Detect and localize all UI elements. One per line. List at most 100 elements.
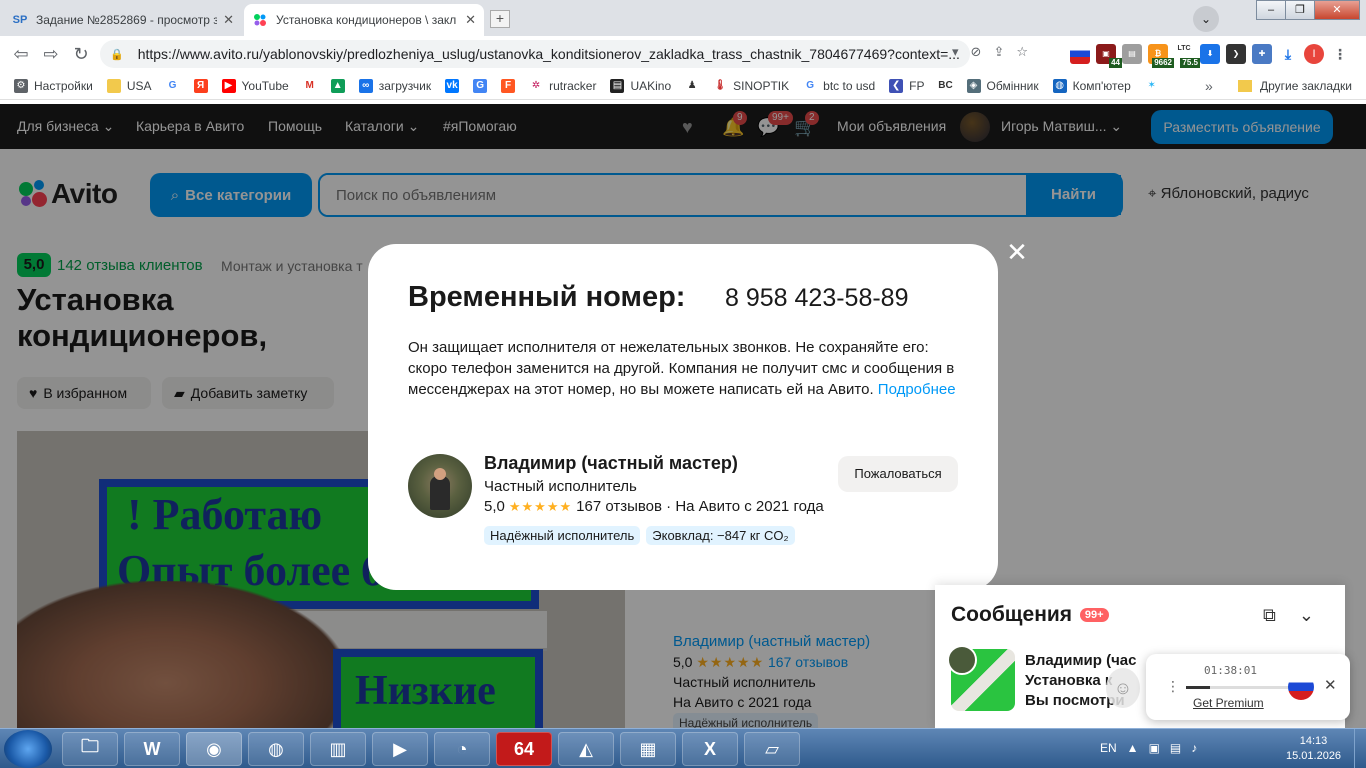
- dropdown-icon[interactable]: ▾: [952, 44, 959, 60]
- terminal-icon[interactable]: ❯: [1226, 44, 1246, 64]
- translate-icon: G: [473, 78, 488, 93]
- tray-network-icon[interactable]: ▤: [1170, 741, 1181, 755]
- tab-search-chevron-icon[interactable]: ⌄: [1193, 6, 1219, 32]
- media-player-icon[interactable]: ▶: [372, 732, 428, 766]
- app-64-icon[interactable]: 64: [496, 732, 552, 766]
- bookmarks-more-button[interactable]: »: [1205, 78, 1213, 94]
- bookmark-label: YouTube: [241, 78, 289, 93]
- cat-extension-icon[interactable]: ☺: [1106, 668, 1140, 708]
- chevron-down-icon[interactable]: ⌄: [1299, 605, 1314, 625]
- recorder-menu-icon[interactable]: ⋮: [1166, 678, 1180, 695]
- bookmark-item[interactable]: ▲: [330, 78, 351, 93]
- chrome-icon[interactable]: ◉: [186, 732, 242, 766]
- bookmarks-bar: ⚙ Настройки USA G Я ▶ YouTube M ▲ ∞ загрузчик vk G F ✲…: [0, 72, 1366, 100]
- bookmark-item[interactable]: ♟: [685, 78, 705, 93]
- download-extension-icon[interactable]: ⬇: [1200, 44, 1220, 64]
- bookmark-item[interactable]: F: [501, 78, 521, 93]
- modal-seller-type: Частный исполнитель: [484, 478, 637, 495]
- bookmark-item[interactable]: BC: [938, 78, 959, 93]
- notes-app-icon[interactable]: ▱: [744, 732, 800, 766]
- briefcase-icon[interactable]: ▤: [1122, 44, 1142, 64]
- bookmark-item[interactable]: Gbtc to usd: [803, 78, 875, 93]
- globe-app-icon[interactable]: ◍: [248, 732, 304, 766]
- russia-flag-icon[interactable]: [1288, 674, 1314, 700]
- system-clock[interactable]: 14:13 15.01.2026: [1286, 734, 1341, 764]
- google-icon: G: [165, 78, 180, 93]
- bookmark-item[interactable]: 🌡 SINOPTIK: [713, 78, 789, 93]
- explorer-icon[interactable]: 🗀: [62, 732, 118, 766]
- close-tab-icon[interactable]: ✕: [465, 12, 476, 28]
- bookmark-item[interactable]: G: [165, 78, 186, 93]
- omnibox[interactable]: 🔒 https://www.avito.ru/yablonovskiy/pred…: [100, 40, 970, 68]
- downloads-icon[interactable]: ⤓: [1278, 44, 1298, 64]
- bookmark-item[interactable]: ❮ FP: [889, 78, 925, 93]
- puzzle-icon[interactable]: ✚: [1252, 44, 1272, 64]
- modal-close-icon[interactable]: ✕: [1005, 239, 1029, 265]
- shield-extension-icon[interactable]: ▣ 44: [1096, 44, 1122, 68]
- bookmark-item[interactable]: vk: [445, 78, 465, 93]
- temporary-phone[interactable]: 8 958 423-58-89: [725, 284, 908, 313]
- rutracker-icon: ✲: [529, 78, 544, 93]
- tab-title: Установка кондиционеров \ закл: [276, 13, 457, 27]
- url-text: https://www.avito.ru/yablonovskiy/predlo…: [137, 46, 960, 62]
- show-desktop-button[interactable]: [1354, 729, 1366, 768]
- globe-icon: ◍: [1052, 78, 1067, 93]
- modal-seller-name[interactable]: Владимир (частный мастер): [484, 453, 738, 474]
- open-external-icon[interactable]: ⧉: [1263, 605, 1276, 625]
- bookmark-item[interactable]: ◈ Обмінник: [966, 78, 1039, 93]
- start-button[interactable]: [4, 730, 52, 768]
- star-bookmark-icon[interactable]: ☆: [1016, 44, 1028, 60]
- bookmark-item[interactable]: ▶ YouTube: [221, 78, 289, 93]
- seller-avatar[interactable]: [408, 454, 472, 518]
- bookmark-item[interactable]: Я: [193, 78, 214, 93]
- bookmark-item[interactable]: ✶: [1144, 78, 1165, 93]
- new-tab-button[interactable]: +: [490, 10, 510, 28]
- minimize-button[interactable]: –: [1256, 0, 1286, 20]
- block-icon[interactable]: ⊘: [971, 44, 982, 60]
- bookmark-item[interactable]: USA: [106, 78, 152, 93]
- language-indicator[interactable]: EN: [1100, 741, 1117, 755]
- close-window-button[interactable]: ✕: [1314, 0, 1360, 20]
- terminal-app-icon[interactable]: ▦: [620, 732, 676, 766]
- russia-flag-icon[interactable]: [1070, 44, 1090, 64]
- maximize-button[interactable]: ❐: [1285, 0, 1315, 20]
- bitcoin-icon[interactable]: ₿ 9662: [1148, 44, 1174, 68]
- bookmark-item[interactable]: ✲ rutracker: [529, 78, 596, 93]
- bookmark-item[interactable]: ∞ загрузчик: [358, 78, 431, 93]
- profile-avatar[interactable]: I: [1304, 44, 1324, 64]
- exchange-icon: ◈: [966, 78, 981, 93]
- clock-app-icon[interactable]: ◔: [434, 732, 490, 766]
- get-premium-link[interactable]: Get Premium: [1193, 696, 1264, 710]
- share-icon[interactable]: ⇪: [993, 44, 1004, 60]
- litecoin-icon[interactable]: LTC 75.5: [1174, 44, 1200, 68]
- more-info-link[interactable]: Подробнее: [878, 381, 956, 398]
- tray-expand-icon[interactable]: ▲: [1127, 741, 1139, 755]
- reload-icon[interactable]: ↻: [66, 44, 96, 65]
- gmail-icon: M: [302, 78, 317, 93]
- modal-description: Он защищает исполнителя от нежелательных…: [408, 339, 956, 398]
- eco-badge: Эковклад: −847 кг CO₂: [646, 526, 795, 545]
- back-icon[interactable]: ⇦: [6, 44, 36, 65]
- tray-volume-icon[interactable]: ♪: [1191, 741, 1197, 755]
- modal-reviews-link[interactable]: 167 отзывов: [576, 498, 662, 515]
- menu-kebab-icon[interactable]: ⋮: [1330, 44, 1350, 64]
- bookmark-item[interactable]: M: [302, 78, 323, 93]
- bookmark-item[interactable]: ⚙ Настройки: [14, 78, 93, 93]
- complain-button[interactable]: Пожаловаться: [838, 456, 958, 492]
- excel-icon[interactable]: X: [682, 732, 738, 766]
- close-tab-icon[interactable]: ✕: [223, 12, 234, 28]
- shield-app-icon[interactable]: W: [124, 732, 180, 766]
- tab-task[interactable]: SP Задание №2852869 - просмотр за ✕: [4, 4, 242, 36]
- folder-icon: [1238, 79, 1252, 92]
- bookmark-item[interactable]: ◍ Комп'ютер: [1052, 78, 1131, 93]
- money-app-icon[interactable]: ▥: [310, 732, 366, 766]
- close-icon[interactable]: ✕: [1324, 676, 1337, 694]
- forward-icon[interactable]: ⇨: [36, 44, 66, 65]
- other-bookmarks[interactable]: Другие закладки: [1238, 79, 1352, 93]
- tray-app-icon[interactable]: ▣: [1149, 741, 1160, 755]
- bookmark-item[interactable]: G: [473, 78, 493, 93]
- bookmark-item[interactable]: ▤ UAKino: [610, 78, 671, 93]
- chart-app-icon[interactable]: ◭: [558, 732, 614, 766]
- tab-avito[interactable]: Установка кондиционеров \ закл ✕: [244, 4, 484, 36]
- lock-icon: 🔒: [110, 48, 124, 61]
